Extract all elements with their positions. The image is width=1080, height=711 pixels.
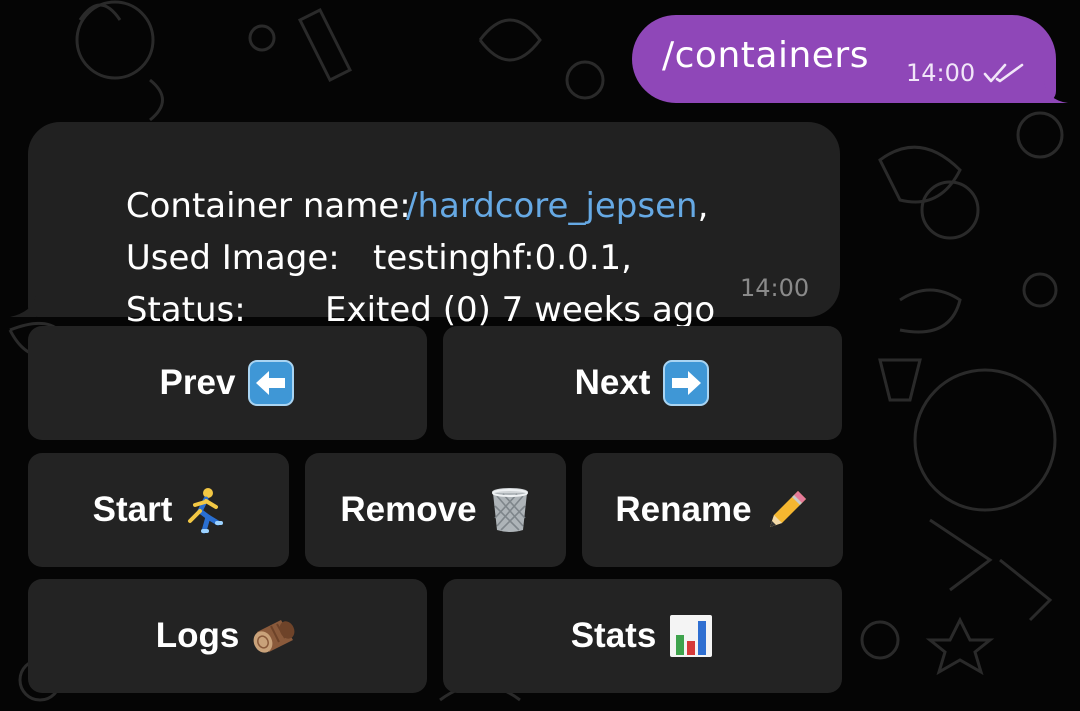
prev-button-label: Prev [159, 363, 236, 402]
container-name-suffix: , [697, 186, 709, 226]
status-value: Exited (0) 7 weeks ago [325, 290, 716, 330]
rename-button[interactable]: Rename [582, 453, 843, 567]
stats-button-label: Stats [570, 616, 657, 655]
status-label: Status: [125, 290, 246, 330]
start-button[interactable]: Start [28, 453, 289, 567]
incoming-message-bubble[interactable]: Container name:/hardcore_jepsen, Used Im… [28, 122, 840, 330]
outgoing-bubble-tail [1044, 80, 1068, 103]
incoming-message-time: 14:00 [740, 274, 810, 302]
outgoing-message-text: /containers [662, 35, 869, 76]
trash-can-icon [489, 486, 531, 534]
container-name-link[interactable]: /hardcore_jepsen [406, 186, 698, 226]
right-arrow-icon [662, 359, 710, 407]
logs-button[interactable]: Logs [28, 579, 427, 693]
outgoing-message-bubble[interactable]: /containers 14:00 [632, 15, 1056, 103]
next-button-label: Next [574, 363, 651, 402]
outgoing-message-time: 14:00 [906, 59, 976, 87]
used-image-value: testinghf:0.0.1, [373, 238, 632, 278]
runner-icon [184, 486, 224, 534]
start-button-label: Start [92, 490, 173, 529]
chat-screen: /containers 14:00 Container name:/hardco… [0, 0, 1080, 711]
outgoing-message-meta: 14:00 [906, 59, 1025, 87]
next-button[interactable]: Next [443, 326, 842, 440]
remove-button[interactable]: Remove [305, 453, 566, 567]
stats-button[interactable]: Stats [443, 579, 842, 693]
remove-button-label: Remove [340, 490, 477, 529]
pencil-icon [764, 487, 810, 533]
incoming-bubble-tail [10, 296, 36, 317]
double-check-icon [983, 63, 1024, 83]
wood-log-icon [251, 612, 299, 660]
bar-chart-icon [668, 613, 714, 659]
rename-button-label: Rename [615, 490, 752, 529]
logs-button-label: Logs [155, 616, 240, 655]
left-arrow-icon [247, 359, 295, 407]
prev-button[interactable]: Prev [28, 326, 427, 440]
